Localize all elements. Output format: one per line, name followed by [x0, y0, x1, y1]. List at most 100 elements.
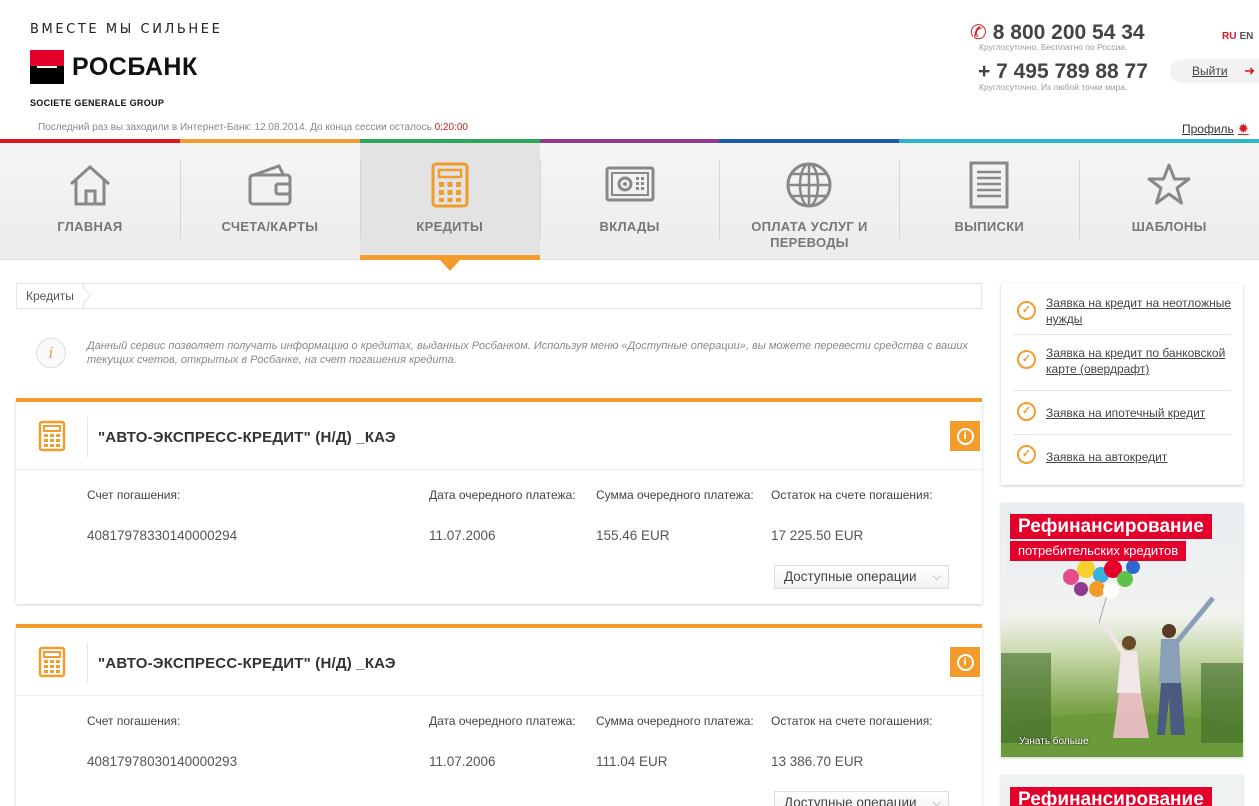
account-label: Счет погашения: — [87, 488, 181, 502]
nav-statements[interactable]: ВЫПИСКИ — [899, 143, 1079, 260]
breadcrumb-item-credits[interactable]: Кредиты — [17, 284, 84, 308]
banner-subtitle: потребительских кредитов — [1010, 541, 1187, 561]
date-value: 11.07.2006 — [429, 528, 496, 543]
balance-label: Остаток на счете погашения: — [771, 488, 933, 502]
account-label: Счет погашения: — [87, 714, 181, 728]
amount-value: 111.04 EUR — [596, 754, 668, 769]
account-value: 40817978330140000294 — [87, 528, 238, 543]
main-nav: ГЛАВНАЯ СЧЕТА/КАРТЫ КРЕДИТЫ ВКЛАДЫ ОПЛАТ… — [0, 143, 1259, 271]
breadcrumb: Кредиты — [16, 283, 982, 309]
nav-label: СЧЕТА/КАРТЫ — [221, 219, 319, 234]
credit-info-button[interactable]: i — [950, 647, 980, 677]
nav-label: ВЫПИСКИ — [954, 219, 1025, 234]
credit-title: "АВТО-ЭКСПРЕСС-КРЕДИТ" (Н/Д) _КАЭ — [98, 655, 396, 672]
document-icon — [969, 161, 1009, 209]
logo-text: РОСБАНК — [72, 52, 198, 81]
banner-title: Рефинансирование — [1010, 514, 1212, 539]
arrow-right-icon: ➜ — [1244, 63, 1255, 78]
account-value: 40817978030140000293 — [87, 754, 238, 769]
nav-label: ВКЛАДЫ — [599, 219, 660, 234]
credit-card-header: "АВТО-ЭКСПРЕСС-КРЕДИТ" (Н/Д) _КАЭ i — [16, 402, 982, 470]
operations-label: Доступные операции — [784, 795, 917, 806]
operations-label: Доступные операции — [784, 569, 917, 584]
nav-templates[interactable]: ШАБЛОНЫ — [1079, 143, 1259, 260]
info-icon: i — [956, 427, 974, 445]
info-icon: i — [36, 338, 66, 368]
date-value: 11.07.2006 — [429, 754, 496, 769]
profile-label: Профиль — [1182, 122, 1234, 136]
link-label: Заявка на автокредит — [1046, 450, 1168, 464]
credit-card: "АВТО-ЭКСПРЕСС-КРЕДИТ" (Н/Д) _КАЭ i Счет… — [16, 624, 982, 806]
credit-application-links: ✓ Заявка на кредит на неотложные нужды ✓… — [1001, 283, 1243, 485]
check-icon: ✓ — [1017, 350, 1036, 369]
balance-value: 17 225.50 EUR — [771, 528, 864, 543]
bank-logo[interactable]: РОСБАНК — [30, 50, 198, 84]
credit-title: "АВТО-ЭКСПРЕСС-КРЕДИТ" (Н/Д) _КАЭ — [98, 429, 396, 446]
calculator-icon — [38, 646, 66, 678]
nav-label: КРЕДИТЫ — [416, 219, 484, 234]
operations-dropdown[interactable]: Доступные операции ⌵ — [774, 565, 949, 589]
phone-number-1: 8 800 200 54 34 — [992, 20, 1145, 44]
phone-note-2: Круглосуточно. Из любой точки мира. — [979, 82, 1128, 92]
logout-label: Выйти — [1192, 64, 1228, 78]
lang-en[interactable]: EN — [1239, 31, 1253, 42]
profile-link[interactable]: Профиль ✹ — [1182, 121, 1249, 137]
nav-home[interactable]: ГЛАВНАЯ — [0, 143, 180, 260]
link-overdraft[interactable]: ✓ Заявка на кредит по банковской карте (… — [1013, 335, 1231, 391]
info-text: Данный сервис позволяет получать информа… — [87, 340, 968, 366]
nav-deposits[interactable]: ВКЛАДЫ — [539, 143, 720, 260]
check-icon: ✓ — [1017, 301, 1036, 320]
link-label: Заявка на кредит по банковской карте (ов… — [1046, 346, 1226, 376]
date-label: Дата очередного платежа: — [429, 488, 576, 502]
safe-icon — [605, 166, 655, 202]
session-text: Последний раз вы заходили в Интернет-Бан… — [38, 122, 435, 133]
balance-value: 13 386.70 EUR — [771, 754, 864, 769]
active-indicator — [439, 260, 460, 271]
gear-icon: ✹ — [1237, 121, 1249, 136]
info-icon: i — [956, 653, 974, 671]
date-label: Дата очередного платежа: — [429, 714, 576, 728]
tagline: ВМЕСТЕ МЫ СИЛЬНЕЕ — [30, 22, 223, 37]
refinancing-banner-2[interactable]: Рефинансирование — [1001, 775, 1243, 806]
logout-button[interactable]: Выйти ➜ — [1170, 59, 1259, 83]
nav-accounts[interactable]: СЧЕТА/КАРТЫ — [179, 143, 360, 260]
check-icon: ✓ — [1017, 445, 1036, 464]
info-block: i Данный сервис позволяет получать инфор… — [16, 325, 982, 385]
credit-card-header: "АВТО-ЭКСПРЕСС-КРЕДИТ" (Н/Д) _КАЭ i — [16, 628, 982, 696]
nav-label: ГЛАВНАЯ — [57, 219, 123, 234]
nav-payments[interactable]: ОПЛАТА УСЛУГ И ПЕРЕВОДЫ — [719, 143, 899, 260]
phone-note-1: Круглосуточно. Бесплатно по России. — [979, 42, 1128, 52]
link-label: Заявка на кредит на неотложные нужды — [1046, 296, 1232, 326]
link-mortgage[interactable]: ✓ Заявка на ипотечный кредит — [1013, 391, 1231, 435]
lang-ru[interactable]: RU — [1222, 31, 1236, 42]
globe-icon — [786, 162, 832, 208]
group-label: SOCIETE GENERALE GROUP — [30, 98, 165, 108]
banner-more-link[interactable]: Узнать больше — [1019, 736, 1089, 747]
amount-label: Сумма очередного платежа: — [596, 714, 754, 728]
star-icon — [1147, 163, 1191, 205]
phone-number-2: + 7 495 789 88 77 — [978, 60, 1148, 83]
session-timer: 0:20:00 — [434, 122, 468, 133]
calculator-icon — [38, 420, 66, 452]
language-switch: RU EN — [1222, 31, 1253, 42]
balance-label: Остаток на счете погашения: — [771, 714, 933, 728]
divider — [87, 417, 88, 457]
header: ВМЕСТЕ МЫ СИЛЬНЕЕ РОСБАНК SOCIETE GENERA… — [0, 0, 1259, 140]
chevron-down-icon: ⌵ — [932, 797, 941, 806]
nav-label: ОПЛАТА УСЛУГ И ПЕРЕВОДЫ — [751, 219, 868, 250]
nav-label: ШАБЛОНЫ — [1131, 219, 1207, 234]
link-consumer-credit[interactable]: ✓ Заявка на кредит на неотложные нужды — [1013, 293, 1231, 335]
link-label: Заявка на ипотечный кредит — [1046, 406, 1206, 420]
credit-info-button[interactable]: i — [950, 421, 980, 451]
calculator-icon — [431, 162, 469, 208]
refinancing-banner[interactable]: Рефинансирование потребительских кредито… — [1001, 503, 1243, 757]
chevron-down-icon: ⌵ — [932, 571, 941, 583]
operations-dropdown[interactable]: Доступные операции ⌵ — [774, 791, 949, 806]
logo-mark-icon — [30, 50, 64, 84]
divider — [87, 643, 88, 683]
amount-value: 155.46 EUR — [596, 528, 670, 543]
amount-label: Сумма очередного платежа: — [596, 488, 754, 502]
home-icon — [69, 164, 111, 206]
nav-credits[interactable]: КРЕДИТЫ — [359, 143, 540, 271]
link-autocredit[interactable]: ✓ Заявка на автокредит — [1013, 435, 1231, 475]
